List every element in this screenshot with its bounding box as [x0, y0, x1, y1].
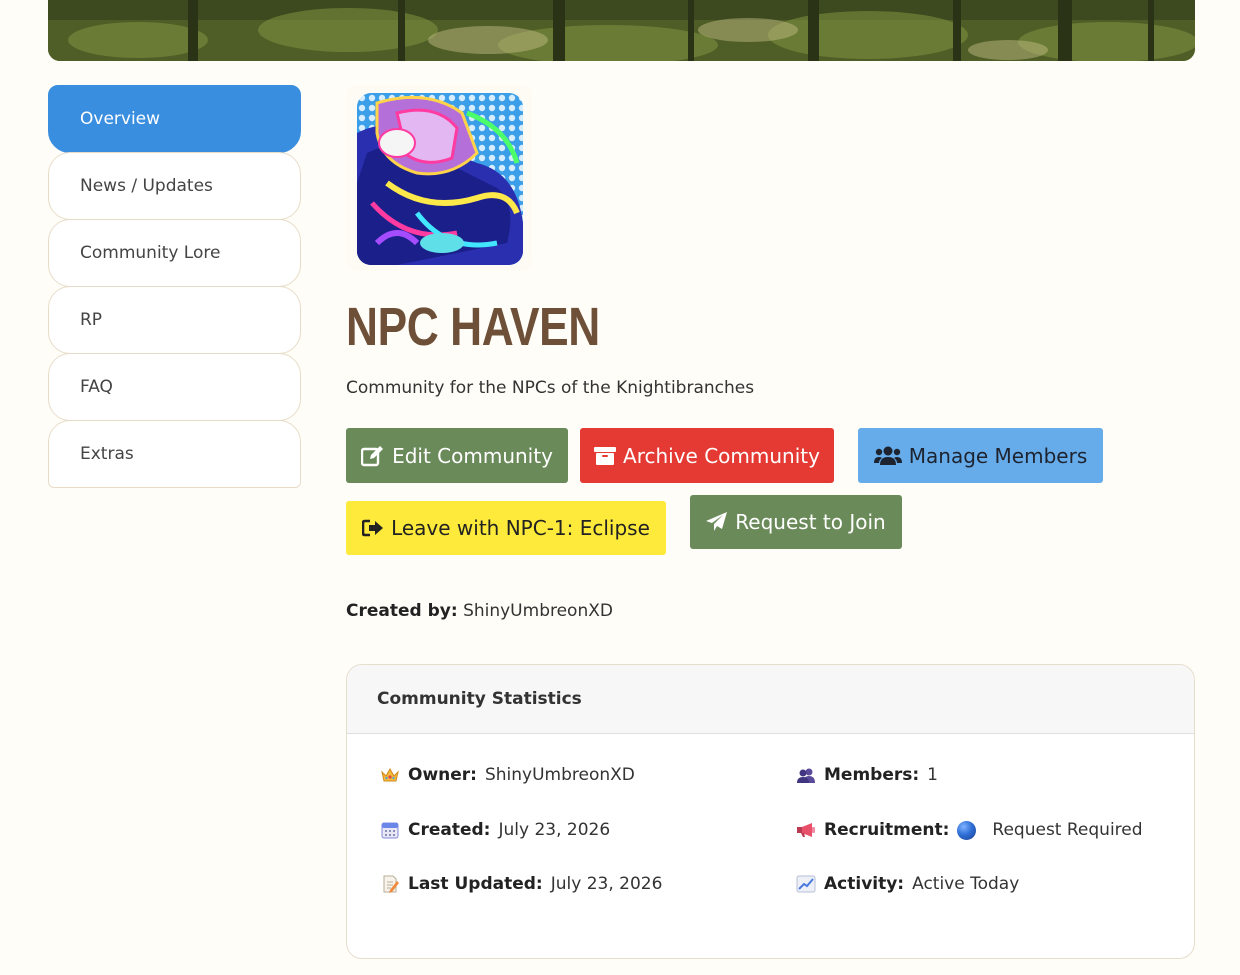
- stat-activity: Activity: Active Today: [796, 874, 1019, 894]
- users-icon: [873, 446, 902, 465]
- archive-community-button[interactable]: Archive Community: [580, 428, 834, 483]
- crown-icon: [380, 765, 400, 785]
- megaphone-icon: [796, 820, 816, 840]
- community-description: Community for the NPCs of the Knightibra…: [346, 378, 755, 398]
- sidebar-item-news-updates[interactable]: News / Updates: [48, 152, 301, 220]
- stat-recruitment-label: Recruitment:: [824, 820, 950, 840]
- statistics-card-header: Community Statistics: [347, 665, 1194, 734]
- stat-updated-label: Last Updated:: [408, 874, 543, 894]
- edit-community-button[interactable]: Edit Community: [346, 428, 568, 483]
- leave-community-button[interactable]: Leave with NPC-1: Eclipse: [346, 501, 666, 555]
- created-by-value: ShinyUmbreonXD: [463, 601, 613, 621]
- stat-activity-value: Active Today: [912, 874, 1020, 894]
- manage-members-label: Manage Members: [908, 443, 1088, 468]
- sidebar-item-overview[interactable]: Overview: [48, 85, 301, 153]
- stat-owner: Owner: ShinyUmbreonXD: [380, 765, 635, 785]
- sidebar-item-faq[interactable]: FAQ: [48, 353, 301, 421]
- stat-created: Created: July 23, 2026: [380, 820, 610, 840]
- archive-community-label: Archive Community: [623, 443, 820, 468]
- created-by-line: Created by: ShinyUmbreonXD: [346, 601, 613, 621]
- community-avatar-frame: [346, 85, 532, 271]
- sign-out-icon: [362, 519, 384, 537]
- stat-created-label: Created:: [408, 820, 491, 840]
- pencil-square-icon: [361, 445, 384, 466]
- edit-community-label: Edit Community: [392, 443, 553, 468]
- stat-members-value: 1: [927, 765, 938, 785]
- stat-owner-value: ShinyUmbreonXD: [484, 765, 635, 785]
- request-to-join-label: Request to Join: [735, 510, 886, 534]
- sidebar-nav: Overview News / Updates Community Lore R…: [48, 85, 301, 488]
- calendar-icon: [380, 820, 400, 840]
- chart-increasing-icon: [796, 874, 816, 894]
- archive-box-icon: [594, 446, 617, 465]
- sidebar-item-label: Community Lore: [80, 243, 221, 263]
- created-by-label: Created by:: [346, 601, 458, 621]
- stat-owner-label: Owner:: [408, 765, 477, 785]
- sidebar-item-extras[interactable]: Extras: [48, 420, 301, 488]
- statistics-card-title: Community Statistics: [377, 689, 582, 709]
- community-statistics-card: Community Statistics Owner: ShinyUmbreon…: [346, 664, 1195, 959]
- manage-members-button[interactable]: Manage Members: [858, 428, 1103, 483]
- request-to-join-button[interactable]: Request to Join: [690, 495, 902, 549]
- stat-recruitment: Recruitment: Request Required: [796, 820, 1143, 840]
- stat-last-updated: Last Updated: July 23, 2026: [380, 874, 662, 894]
- header-banner: [48, 0, 1195, 61]
- sidebar-item-label: FAQ: [80, 377, 113, 397]
- sidebar-item-label: Extras: [80, 444, 134, 464]
- forest-banner-image: [48, 0, 1195, 61]
- stat-created-value: July 23, 2026: [498, 820, 611, 840]
- stat-activity-label: Activity:: [824, 874, 905, 894]
- blue-circle-icon: [957, 820, 977, 840]
- stat-members: Members: 1: [796, 765, 938, 785]
- sidebar-item-label: Overview: [80, 109, 161, 129]
- sidebar-item-label: News / Updates: [80, 176, 213, 196]
- community-title: NPC HAVEN: [346, 297, 600, 357]
- stat-members-label: Members:: [824, 765, 920, 785]
- stat-recruitment-value: Request Required: [992, 820, 1143, 840]
- stat-updated-value: July 23, 2026: [550, 874, 663, 894]
- sidebar-item-label: RP: [80, 310, 103, 330]
- leave-community-label: Leave with NPC-1: Eclipse: [391, 516, 650, 540]
- community-avatar: [357, 93, 523, 265]
- paper-plane-icon: [706, 512, 728, 531]
- busts-icon: [796, 765, 816, 785]
- sidebar-item-community-lore[interactable]: Community Lore: [48, 219, 301, 287]
- sidebar-item-rp[interactable]: RP: [48, 286, 301, 354]
- memo-icon: [380, 874, 400, 894]
